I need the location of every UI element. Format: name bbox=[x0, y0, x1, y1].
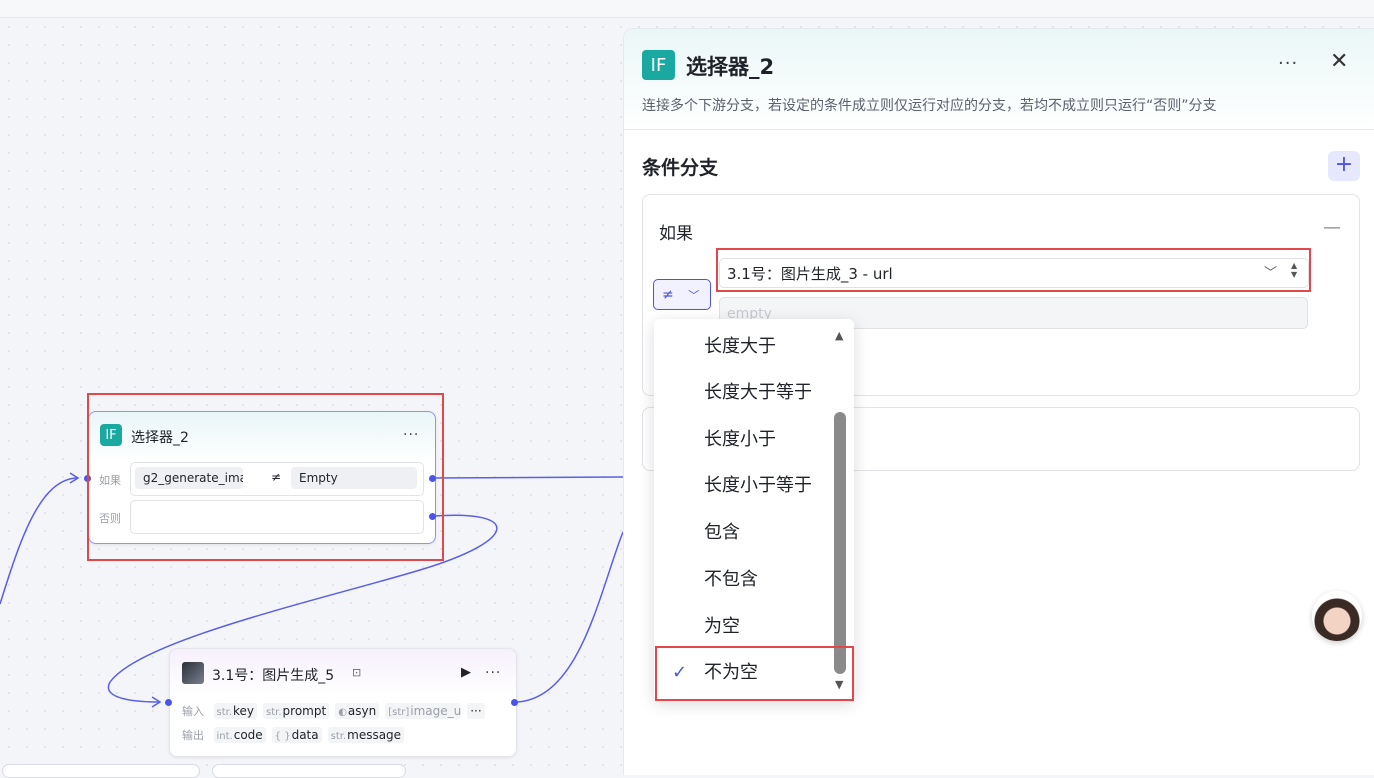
if-icon: IF bbox=[100, 424, 122, 446]
output-type: int. bbox=[216, 731, 233, 742]
input-name: image_url bbox=[410, 704, 462, 718]
output-type: str. bbox=[330, 731, 347, 742]
input-tag: ◐asyn bbox=[335, 703, 380, 719]
check-icon: ✓ bbox=[672, 662, 688, 683]
input-name: asyn bbox=[347, 704, 377, 718]
output-name: message bbox=[347, 728, 402, 742]
image-generation-icon bbox=[182, 662, 204, 684]
image-node-title: 3.1号：图片生成_5 bbox=[212, 668, 335, 684]
dropdown-option[interactable]: 长度小于等于 bbox=[654, 466, 829, 506]
scroll-down-arrow-icon[interactable]: ▼ bbox=[835, 678, 843, 691]
condition-left-var: g2_generate_ima··· bbox=[135, 467, 243, 489]
input-port[interactable] bbox=[84, 475, 91, 482]
dropdown-option[interactable]: 为空 bbox=[654, 607, 829, 647]
dropdown-option[interactable]: 包含 bbox=[654, 513, 829, 553]
operator-dropdown: 长度大于 长度大于等于 长度小于 长度小于等于 包含 不包含 为空 ✓ 不为空 … bbox=[654, 319, 854, 700]
dropdown-option[interactable]: 长度大于 bbox=[654, 327, 829, 367]
output-tag: { }data bbox=[271, 727, 322, 743]
section-title: 条件分支 bbox=[642, 157, 719, 179]
collapse-branch-button[interactable]: — bbox=[1323, 217, 1341, 238]
inputs-label: 输入 bbox=[182, 705, 204, 718]
run-button[interactable]: ▶ bbox=[461, 665, 471, 680]
input-tag: [str]image_url bbox=[385, 703, 462, 719]
selector-node-title: 选择器_2 bbox=[131, 430, 189, 446]
partial-node-right[interactable] bbox=[212, 764, 406, 778]
variable-select[interactable]: 3.1号：图片生成_3 - url ﹀ ▲ ▼ bbox=[719, 258, 1309, 288]
operator-symbol: ≠ bbox=[662, 287, 674, 303]
condition-right-value: Empty bbox=[291, 467, 417, 489]
dropdown-option[interactable]: 不包含 bbox=[654, 560, 829, 600]
spinner-arrows-icon[interactable]: ▲ ▼ bbox=[1291, 261, 1297, 279]
panel-header: IF 选择器_2 ··· ✕ 连接多个下游分支，若设定的条件成立则仅运行对应的分… bbox=[624, 29, 1374, 130]
selector-node-more-button[interactable]: ··· bbox=[403, 427, 419, 443]
outputs-row: 输出 int.code { }data str.message bbox=[182, 727, 410, 743]
image-node-more-button[interactable]: ··· bbox=[485, 665, 501, 681]
else-output-port[interactable] bbox=[429, 513, 436, 520]
else-condition-row[interactable] bbox=[130, 500, 424, 534]
branch-label: 如果 bbox=[659, 224, 693, 244]
chevron-down-icon: ﹀ bbox=[1264, 266, 1278, 281]
partial-node-left[interactable] bbox=[2, 764, 200, 778]
store-icon: ⊡ bbox=[352, 666, 362, 679]
input-type: [str] bbox=[388, 707, 410, 718]
input-type: ◐ bbox=[338, 707, 347, 718]
output-name: data bbox=[291, 728, 319, 742]
dropdown-option[interactable]: 长度大于等于 bbox=[654, 373, 829, 413]
input-type: str. bbox=[216, 707, 233, 718]
outputs-label: 输出 bbox=[182, 729, 204, 742]
dropdown-option-selected[interactable]: ✓ 不为空 bbox=[654, 653, 829, 693]
image-input-port[interactable] bbox=[165, 699, 172, 706]
panel-description: 连接多个下游分支，若设定的条件成立则仅运行对应的分支，若均不成立则只运行“否则”… bbox=[642, 98, 1217, 114]
output-tag: str.message bbox=[327, 727, 405, 743]
close-icon[interactable]: ✕ bbox=[1330, 49, 1348, 74]
input-name: prompt bbox=[282, 704, 327, 718]
dropdown-option[interactable]: 长度小于 bbox=[654, 420, 829, 460]
image-output-port[interactable] bbox=[511, 699, 518, 706]
add-branch-button[interactable]: + bbox=[1328, 151, 1360, 181]
inputs-row: 输入 str.keystr.prompt◐asyn[str]image_url·… bbox=[182, 703, 491, 719]
panel-more-button[interactable]: ··· bbox=[1278, 53, 1298, 74]
input-tag: str.key bbox=[213, 703, 258, 719]
panel-title[interactable]: 选择器_2 bbox=[686, 51, 774, 81]
chevron-down-icon: ﹀ bbox=[688, 289, 700, 302]
else-label: 否则 bbox=[99, 512, 121, 525]
if-condition-row[interactable]: g2_generate_ima··· ≠ Empty bbox=[130, 462, 424, 496]
inputs-more-button[interactable]: ··· bbox=[467, 703, 485, 719]
output-type: { } bbox=[274, 731, 291, 742]
scrollbar-thumb[interactable] bbox=[834, 412, 846, 674]
scroll-up-arrow-icon[interactable]: ▲ bbox=[835, 329, 843, 342]
output-tag: int.code bbox=[213, 727, 266, 743]
selector-node[interactable]: IF 选择器_2 ··· 如果 g2_generate_ima··· ≠ Emp… bbox=[84, 411, 436, 544]
input-name: key bbox=[233, 704, 255, 718]
if-label: 如果 bbox=[99, 474, 121, 487]
condition-operator: ≠ bbox=[271, 470, 282, 484]
if-icon: IF bbox=[642, 50, 675, 80]
variable-value: 3.1号：图片生成_3 - url bbox=[727, 265, 893, 283]
top-bar bbox=[0, 0, 1374, 18]
input-tag: str.prompt bbox=[263, 703, 330, 719]
if-output-port[interactable] bbox=[429, 475, 436, 482]
input-type: str. bbox=[266, 707, 282, 718]
selected-option-label: 不为空 bbox=[704, 662, 758, 683]
assistant-avatar[interactable] bbox=[1312, 591, 1362, 641]
image-generation-node[interactable]: 3.1号：图片生成_5 ⊡ ▶ ··· 输入 str.key str.prompt… bbox=[165, 648, 518, 757]
operator-select[interactable]: ≠ ﹀ bbox=[653, 279, 711, 310]
output-name: code bbox=[233, 728, 263, 742]
